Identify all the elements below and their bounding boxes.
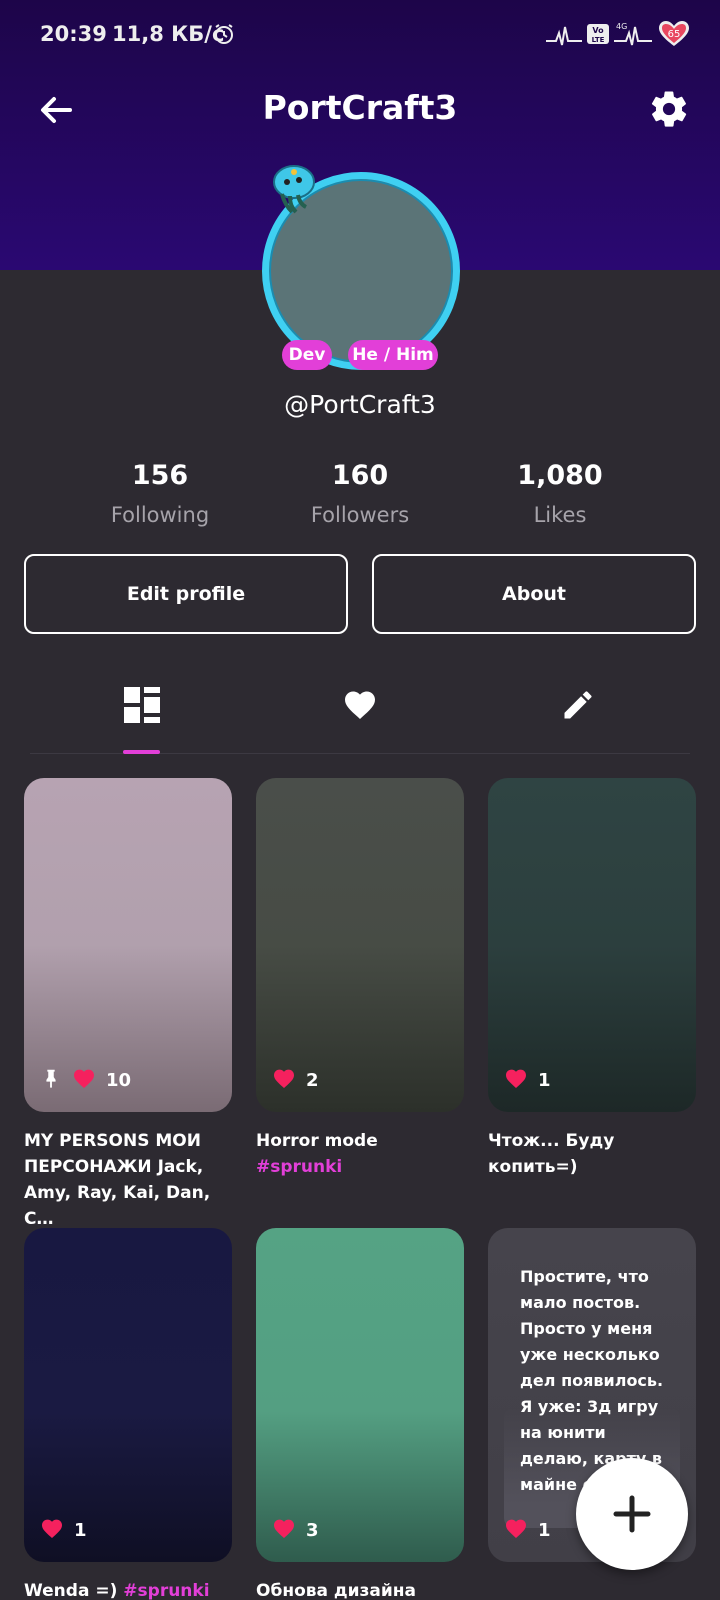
likes-label: Likes — [533, 503, 587, 527]
post-likes: 1 — [40, 1517, 87, 1544]
post-thumbnail[interactable]: 10 — [24, 778, 232, 1112]
create-post-button[interactable] — [576, 1458, 688, 1570]
post-thumbnail[interactable]: 1 — [488, 778, 696, 1112]
hashtag-link[interactable]: #sprunki — [123, 1581, 209, 1600]
followers-count: 160 — [331, 460, 389, 491]
status-icons: Vo LTE 4G 65 — [546, 20, 690, 52]
active-tab-indicator — [123, 750, 160, 754]
heart-icon — [504, 1067, 528, 1094]
hashtag-link[interactable]: #sprunki — [256, 1157, 342, 1177]
post-thumbnail[interactable]: 2 — [256, 778, 464, 1112]
settings-button[interactable] — [648, 88, 690, 130]
post-card[interactable]: 10 MY PERSONS МОИ ПЕРСОНАЖИ Jack, Amy, R… — [24, 778, 232, 1232]
caption-text: Horror mode — [256, 1131, 378, 1151]
pronouns-tag: He / Him — [348, 340, 438, 370]
like-count: 1 — [538, 1520, 551, 1541]
like-count: 2 — [306, 1070, 319, 1091]
edit-profile-button[interactable]: Edit profile — [24, 554, 348, 634]
pin-icon — [40, 1067, 62, 1094]
post-caption: Wenda =) #sprunki — [24, 1578, 232, 1600]
post-card[interactable]: 1 Wenda =) #sprunki — [24, 1228, 232, 1600]
status-time: 20:39 — [40, 22, 107, 46]
likes-count: 1,080 — [517, 460, 603, 491]
post-thumbnail[interactable]: 1 — [24, 1228, 232, 1562]
heart-icon — [272, 1067, 296, 1094]
pencil-icon — [564, 691, 592, 719]
heart-icon — [504, 1517, 528, 1544]
following-stat[interactable]: 156 Following — [80, 460, 240, 527]
post-likes: 3 — [272, 1517, 319, 1544]
followers-stat[interactable]: 160 Followers — [280, 460, 440, 527]
post-caption: Обнова дизайна — [256, 1581, 417, 1600]
volte-icon: Vo LTE — [586, 22, 610, 50]
following-count: 156 — [131, 460, 189, 491]
post-card[interactable]: 3 Обнова дизайна — [256, 1228, 464, 1600]
tab-drafts[interactable] — [548, 680, 608, 730]
post-caption: Чтож... Буду копить=) — [488, 1131, 615, 1177]
status-bar: 20:39 11,8 КБ/с Vo LTE 4G 65 — [0, 0, 720, 70]
page-title: PortCraft3 — [262, 88, 458, 127]
post-thumbnail[interactable]: 3 — [256, 1228, 464, 1562]
post-likes: 2 — [272, 1067, 319, 1094]
heart-icon — [272, 1517, 296, 1544]
svg-text:LTE: LTE — [592, 36, 605, 44]
plus-icon — [613, 1495, 651, 1533]
post-card[interactable]: 1 Чтож... Буду копить=) — [488, 778, 696, 1180]
alarm-icon — [212, 22, 236, 50]
jellyfish-icon — [268, 162, 324, 222]
likes-stat[interactable]: 1,080 Likes — [480, 460, 640, 527]
username-handle: @PortCraft3 — [284, 390, 436, 419]
tab-posts[interactable] — [112, 680, 172, 730]
followers-label: Followers — [310, 503, 410, 527]
battery-heart-icon: 65 — [658, 20, 690, 52]
signal-icon — [546, 21, 582, 51]
like-count: 1 — [74, 1520, 87, 1541]
grid-icon — [124, 687, 160, 723]
post-likes: 1 — [504, 1067, 551, 1094]
following-label: Following — [110, 503, 210, 527]
svg-text:4G: 4G — [616, 22, 627, 31]
caption-text: Wenda =) — [24, 1581, 124, 1600]
battery-level: 65 — [668, 29, 681, 40]
post-likes: 1 — [504, 1517, 551, 1544]
post-card[interactable]: 2 Horror mode #sprunki — [256, 778, 464, 1180]
about-button[interactable]: About — [372, 554, 696, 634]
signal-4g-icon: 4G — [614, 21, 654, 51]
post-likes: 10 — [40, 1067, 131, 1094]
heart-icon — [72, 1067, 96, 1094]
role-tag: Dev — [282, 340, 332, 370]
tab-likes[interactable] — [330, 680, 390, 730]
heart-icon — [40, 1517, 64, 1544]
like-count: 10 — [106, 1070, 132, 1091]
like-count: 1 — [538, 1070, 551, 1091]
svg-text:Vo: Vo — [592, 26, 604, 35]
post-caption: Horror mode #sprunki — [256, 1128, 464, 1180]
heart-icon — [345, 691, 375, 719]
like-count: 3 — [306, 1520, 319, 1541]
post-caption: MY PERSONS МОИ ПЕРСОНАЖИ Jack, Amy, Ray,… — [24, 1131, 211, 1229]
status-network-speed: 11,8 КБ/с — [112, 22, 225, 46]
gear-icon — [651, 91, 687, 127]
